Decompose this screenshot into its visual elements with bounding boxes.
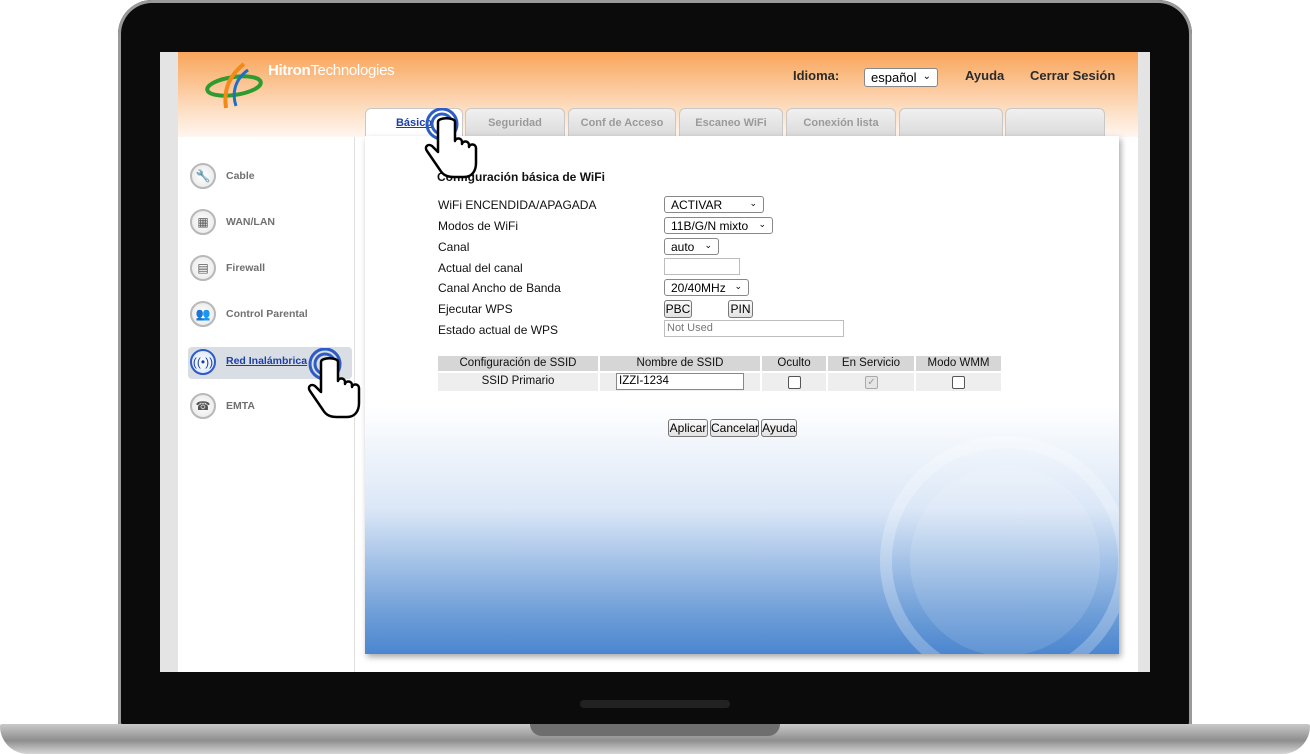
- help-link[interactable]: Ayuda: [965, 68, 1004, 83]
- laptop-hinge: [580, 700, 730, 708]
- ssid-header-in-service: En Servicio: [828, 356, 914, 371]
- sidebar-item-control-parental[interactable]: 👥 Control Parental: [188, 299, 352, 331]
- background-watermark-inner: [910, 466, 1100, 654]
- channel-value: auto: [671, 240, 695, 254]
- cancel-button[interactable]: Cancelar: [710, 419, 759, 437]
- language-value: español: [871, 70, 917, 85]
- current-channel-label: Actual del canal: [438, 261, 523, 275]
- content-panel: Configuración básica de WiFi WiFi ENCEND…: [365, 136, 1119, 654]
- tab-empty-1: [899, 108, 1003, 138]
- ssid-row-config: SSID Primario: [438, 373, 598, 391]
- channel-select[interactable]: auto ⌄: [664, 238, 719, 255]
- language-select[interactable]: español ⌄: [864, 68, 938, 87]
- sidebar-item-firewall[interactable]: ▤ Firewall: [188, 253, 352, 285]
- screen-right-margin: [1138, 52, 1150, 672]
- ssid-in-service-checkbox: ✓: [865, 376, 878, 389]
- bandwidth-label: Canal Ancho de Banda: [438, 281, 561, 295]
- tab-conexion-lista[interactable]: Conexión lista: [786, 108, 896, 138]
- ssid-name-input[interactable]: IZZI-1234: [616, 373, 744, 390]
- sidebar-item-label: Cable: [226, 170, 255, 182]
- wifi-mode-value: 11B/G/N mixto: [671, 219, 749, 233]
- wifi-onoff-value: ACTIVAR: [671, 198, 723, 212]
- ssid-header-name: Nombre de SSID: [600, 356, 760, 371]
- wps-pbc-button[interactable]: PBC: [664, 300, 692, 318]
- channel-label: Canal: [438, 240, 470, 254]
- sidebar-item-wan-lan[interactable]: ▦ WAN/LAN: [188, 207, 352, 239]
- chevron-down-icon: ⌄: [758, 219, 766, 229]
- wps-label: Ejecutar WPS: [438, 302, 513, 316]
- ssid-header-config: Configuración de SSID: [438, 356, 598, 371]
- sidebar-item-label: EMTA: [226, 400, 255, 412]
- network-icon: ▦: [190, 209, 216, 235]
- sidebar-item-label: WAN/LAN: [226, 216, 275, 228]
- sidebar-item-label: Firewall: [226, 262, 266, 274]
- help-button[interactable]: Ayuda: [761, 419, 797, 437]
- pointer-hand-icon: [424, 108, 478, 179]
- language-label: Idioma:: [793, 68, 840, 83]
- sidebar-item-cable[interactable]: 🔧 Cable: [188, 161, 352, 193]
- pointer-hand-icon: [307, 348, 361, 419]
- chevron-down-icon: ⌄: [704, 240, 712, 250]
- apply-button[interactable]: Aplicar: [668, 419, 708, 437]
- chevron-down-icon: ⌄: [749, 198, 757, 208]
- brand-name: HitronTechnologies: [268, 62, 395, 79]
- wifi-mode-label: Modos de WiFi: [438, 219, 519, 233]
- ssid-wmm-checkbox[interactable]: [952, 376, 965, 389]
- hitron-logo-icon: [205, 62, 263, 109]
- sidebar-item-label: Red Inalámbrica: [226, 355, 308, 367]
- logout-link[interactable]: Cerrar Sesión: [1030, 68, 1115, 83]
- ssid-header-hidden: Oculto: [762, 356, 826, 371]
- chevron-down-icon: ⌄: [734, 281, 742, 291]
- wps-pin-button[interactable]: PIN: [728, 300, 753, 318]
- tab-conf-acceso[interactable]: Conf de Acceso: [568, 108, 676, 138]
- ssid-hidden-checkbox[interactable]: [788, 376, 801, 389]
- parental-icon: 👥: [190, 301, 216, 327]
- current-channel-field[interactable]: [664, 258, 740, 275]
- wps-state-field[interactable]: Not Used: [664, 320, 844, 337]
- phone-icon: ☎: [190, 393, 216, 419]
- bandwidth-value: 20/40MHz: [671, 281, 726, 295]
- tab-escaneo-wifi[interactable]: Escaneo WiFi: [679, 108, 783, 138]
- screen-left-margin: [160, 52, 178, 672]
- wifi-onoff-select[interactable]: ACTIVAR ⌄: [664, 196, 764, 213]
- tab-empty-2: [1005, 108, 1105, 138]
- bandwidth-select[interactable]: 20/40MHz ⌄: [664, 279, 749, 296]
- router-admin-screen: HitronTechnologies Idioma: español ⌄ Ayu…: [160, 52, 1150, 672]
- wifi-onoff-label: WiFi ENCENDIDA/APAGADA: [438, 198, 597, 212]
- wireless-icon: ((•)): [190, 349, 216, 375]
- wps-state-label: Estado actual de WPS: [438, 323, 559, 337]
- chevron-down-icon: ⌄: [922, 71, 931, 82]
- wrench-icon: 🔧: [190, 163, 216, 189]
- wifi-mode-select[interactable]: 11B/G/N mixto ⌄: [664, 217, 773, 234]
- sidebar-item-label: Control Parental: [226, 308, 308, 320]
- laptop-base-notch: [530, 724, 780, 736]
- firewall-icon: ▤: [190, 255, 216, 281]
- ssid-header-wmm: Modo WMM: [916, 356, 1001, 371]
